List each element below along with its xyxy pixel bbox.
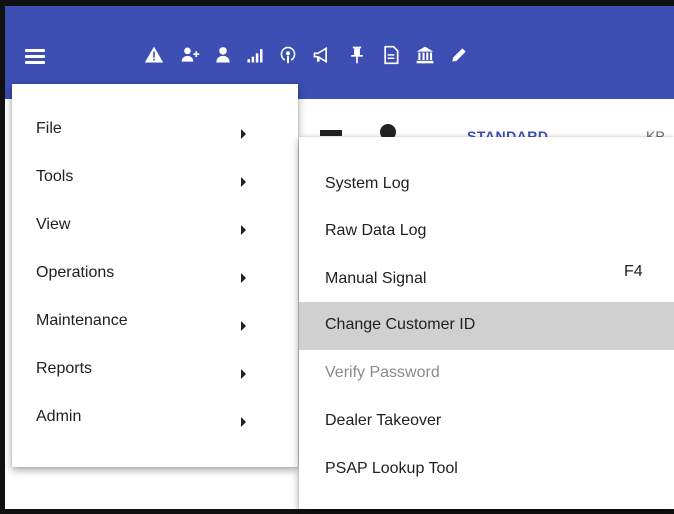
submenu-arrow-icon	[241, 177, 246, 187]
submenu-arrow-icon	[241, 417, 246, 427]
menu-item-tools[interactable]: Tools	[12, 155, 298, 203]
menu-item-label: Admin	[36, 408, 82, 425]
menu-icon[interactable]	[25, 49, 45, 65]
shortcut-label: F4	[624, 263, 643, 280]
menu-item-label: View	[36, 216, 71, 233]
submenu-item-label: Manual Signal	[325, 270, 427, 287]
submenu-item-change-customer-id[interactable]: Change Customer ID	[299, 302, 674, 350]
menu-item-label: Reports	[36, 360, 93, 377]
submenu-item-label: Verify Password	[325, 364, 440, 381]
submenu-arrow-icon	[241, 225, 246, 235]
tools-submenu: System Log Raw Data Log Manual Signal F4…	[299, 137, 674, 509]
submenu-arrow-icon	[241, 273, 246, 283]
submenu-arrow-icon	[241, 369, 246, 379]
menu-item-label: Tools	[36, 168, 74, 185]
menu-item-label: Operations	[36, 264, 115, 281]
submenu-item-label: System Log	[325, 175, 410, 192]
megaphone-icon[interactable]	[310, 43, 334, 67]
submenu-item-dealer-takeover[interactable]: Dealer Takeover	[299, 398, 674, 446]
main-menu: File Tools View Operations Maintenance R…	[12, 84, 298, 467]
user-icon[interactable]	[211, 43, 235, 67]
signal-icon[interactable]	[243, 43, 267, 67]
menu-item-label: Maintenance	[36, 312, 128, 329]
submenu-item-label: PSAP Lookup Tool	[325, 460, 458, 477]
submenu-arrow-icon	[241, 321, 246, 331]
menu-item-view[interactable]: View	[12, 203, 298, 251]
menu-item-file[interactable]: File	[12, 107, 298, 155]
menu-item-label: File	[36, 120, 62, 137]
warning-icon[interactable]	[142, 43, 166, 67]
submenu-item-label: Change Customer ID	[325, 316, 476, 333]
podcast-icon[interactable]	[276, 43, 300, 67]
pin-icon[interactable]	[345, 43, 369, 67]
submenu-item-verify-password: Verify Password	[299, 350, 674, 398]
submenu-item-label: Raw Data Log	[325, 222, 427, 239]
submenu-item-raw-data-log[interactable]: Raw Data Log	[299, 208, 674, 256]
add-user-icon[interactable]	[178, 43, 202, 67]
submenu-arrow-icon	[241, 129, 246, 139]
menu-item-admin[interactable]: Admin	[12, 395, 298, 443]
menu-item-maintenance[interactable]: Maintenance	[12, 299, 298, 347]
pencil-icon[interactable]	[447, 43, 471, 67]
submenu-item-manual-signal[interactable]: Manual Signal F4	[299, 254, 674, 302]
window-frame-bottom	[0, 509, 674, 514]
document-icon[interactable]	[379, 43, 403, 67]
menu-item-operations[interactable]: Operations	[12, 251, 298, 299]
submenu-item-label: Dealer Takeover	[325, 412, 442, 429]
submenu-item-psap-lookup-tool[interactable]: PSAP Lookup Tool	[299, 446, 674, 494]
bank-icon[interactable]	[413, 43, 437, 67]
menu-item-reports[interactable]: Reports	[12, 347, 298, 395]
submenu-item-system-log[interactable]: System Log	[299, 161, 674, 209]
